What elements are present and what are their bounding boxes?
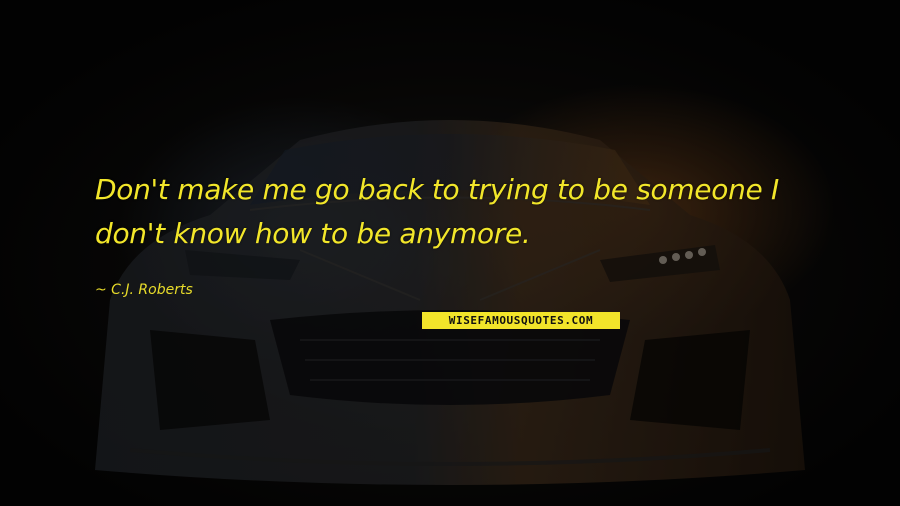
quote-line-2: don't know how to be anymore. [95,217,531,250]
quote-author: ~ C.J. Roberts [95,282,193,298]
quote-background-image: Don't make me go back to trying to be so… [0,0,900,506]
quote-text: Don't make me go back to trying to be so… [95,168,855,256]
quote-line-1: Don't make me go back to trying to be so… [95,173,780,206]
wisefamousquotes-logo: WISEFAMOUSQUOTES.COM [422,312,620,329]
